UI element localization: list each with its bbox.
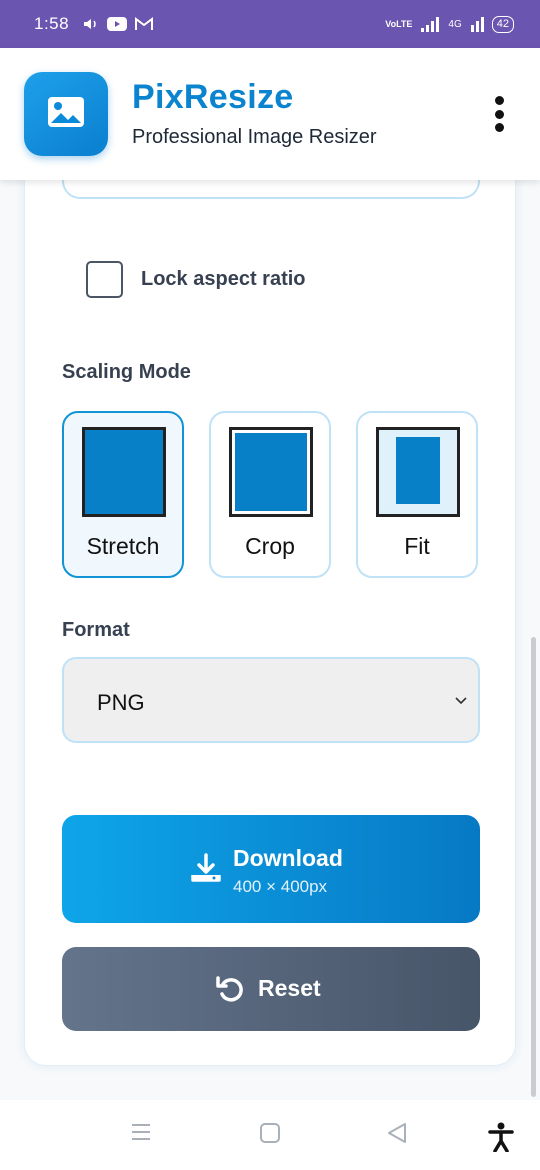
download-button[interactable]: Download 400 × 400px bbox=[62, 815, 480, 923]
download-size: 400 × 400px bbox=[233, 877, 328, 896]
app-header: PixResize Professional Image Resizer bbox=[0, 48, 540, 180]
image-icon bbox=[47, 96, 85, 133]
lock-aspect-checkbox[interactable] bbox=[86, 261, 123, 298]
lock-aspect-row[interactable]: Lock aspect ratio bbox=[86, 261, 306, 298]
status-system-icons: VoLTE 4G 42 bbox=[385, 15, 514, 33]
reset-button[interactable]: Reset bbox=[62, 947, 480, 1031]
scrollbar[interactable] bbox=[531, 637, 536, 1097]
scaling-mode-crop[interactable]: Crop bbox=[209, 411, 331, 578]
scaling-mode-stretch[interactable]: Stretch bbox=[62, 411, 184, 578]
scaling-mode-label: Scaling Mode bbox=[62, 361, 191, 383]
mode-label: Fit bbox=[404, 533, 430, 559]
back-icon[interactable] bbox=[386, 1122, 408, 1149]
status-bar: 1:58 VoLTE 4G 42 bbox=[0, 0, 540, 48]
status-time: 1:58 bbox=[34, 14, 70, 33]
signal-4g-icon: 4G bbox=[448, 18, 462, 30]
format-value: PNG bbox=[97, 690, 145, 715]
lock-aspect-label: Lock aspect ratio bbox=[141, 268, 306, 290]
download-label: Download bbox=[233, 845, 343, 871]
accessibility-icon[interactable] bbox=[488, 1122, 514, 1157]
reset-icon bbox=[215, 975, 245, 1008]
reset-label: Reset bbox=[258, 975, 321, 1001]
status-notifications bbox=[83, 17, 154, 31]
format-label: Format bbox=[62, 619, 130, 641]
chevron-down-icon bbox=[454, 693, 468, 711]
resize-settings-card: Lock aspect ratio Scaling Mode Stretch C… bbox=[24, 150, 516, 1066]
mode-label: Stretch bbox=[86, 533, 160, 559]
scaling-mode-fit[interactable]: Fit bbox=[356, 411, 478, 578]
crop-preview-icon bbox=[229, 427, 313, 517]
app-subtitle: Professional Image Resizer bbox=[132, 126, 377, 148]
battery-icon: 42 bbox=[491, 15, 514, 33]
signal-icon bbox=[420, 16, 440, 32]
gmail-icon bbox=[135, 17, 154, 31]
app-logo bbox=[24, 72, 108, 156]
recent-apps-icon[interactable] bbox=[131, 1122, 151, 1147]
stretch-preview-icon bbox=[82, 427, 166, 517]
format-select[interactable]: PNG bbox=[62, 657, 480, 743]
more-vertical-icon[interactable] bbox=[480, 92, 518, 136]
volte-icon: VoLTE bbox=[385, 18, 413, 29]
download-icon bbox=[190, 853, 222, 890]
youtube-icon bbox=[107, 17, 128, 31]
app-title: PixResize bbox=[132, 78, 294, 116]
fit-preview-icon bbox=[376, 427, 460, 517]
volume-icon bbox=[83, 17, 99, 31]
mode-label: Crop bbox=[245, 533, 295, 559]
system-nav-bar bbox=[0, 1100, 540, 1170]
home-icon[interactable] bbox=[259, 1122, 281, 1149]
signal-4g-bars-icon bbox=[470, 16, 484, 32]
